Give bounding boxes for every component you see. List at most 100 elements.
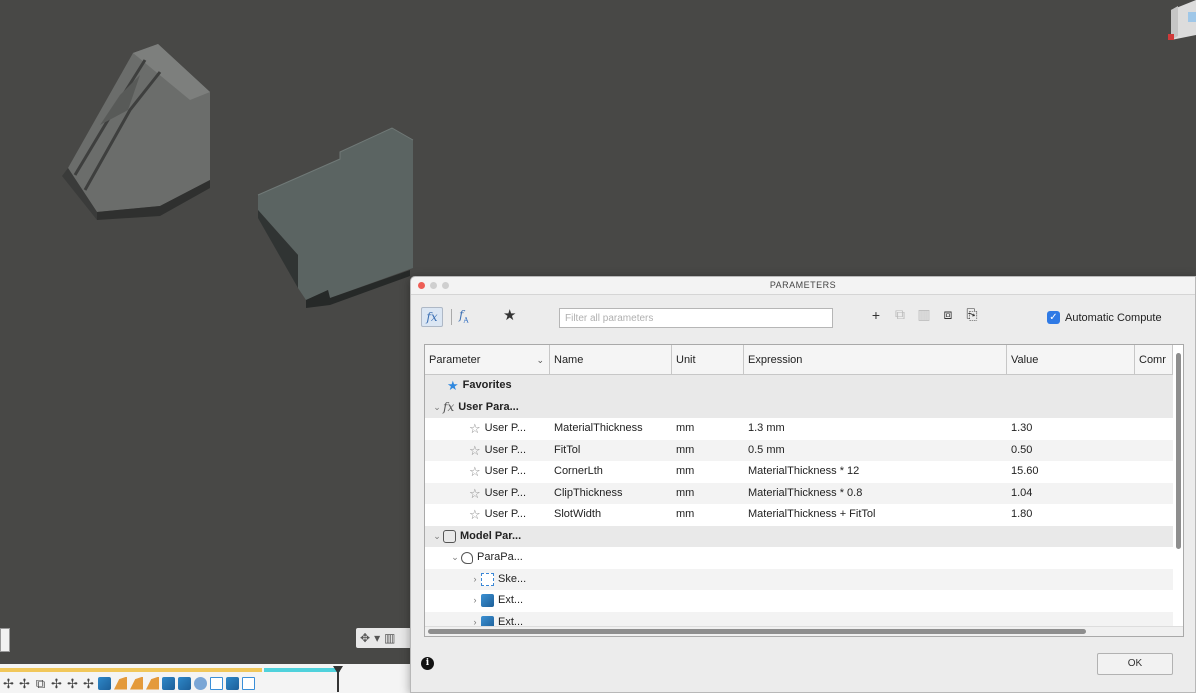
param-value: 15.60 [1011, 465, 1039, 477]
param-unit[interactable]: mm [672, 440, 744, 462]
ok-button[interactable]: OK [1097, 653, 1173, 675]
plate-body[interactable] [257, 127, 414, 308]
timeline-marker-line[interactable] [337, 672, 339, 692]
corner-clip-body[interactable] [62, 44, 210, 220]
param-expression[interactable]: MaterialThickness + FitTol [744, 504, 1007, 526]
extrude-icon[interactable] [178, 676, 191, 690]
automatic-compute-label: Automatic Compute [1065, 311, 1162, 324]
star-outline-icon[interactable]: ☆ [469, 418, 481, 440]
param-type: User P... [484, 465, 527, 477]
column-header-parameter[interactable]: Parameter ⌄ [425, 345, 550, 375]
param-value: 0.50 [1011, 443, 1033, 456]
param-unit[interactable]: mm [672, 461, 744, 483]
fillet-icon[interactable] [114, 676, 127, 690]
param-name[interactable]: MaterialThickness [550, 418, 672, 440]
chevron-right-icon[interactable]: › [469, 590, 481, 612]
column-header-unit[interactable]: Unit [672, 345, 744, 375]
table-row[interactable]: ☆ User P... SlotWidth mm MaterialThicknes… [425, 504, 1173, 526]
star-outline-icon[interactable]: ☆ [469, 440, 481, 462]
move-icon[interactable]: ✢ [82, 677, 95, 690]
param-type: User P... [484, 486, 527, 499]
param-expression[interactable]: MaterialThickness * 12 [744, 461, 1007, 483]
info-icon[interactable]: i [421, 657, 434, 670]
sketch-icon [481, 572, 494, 586]
chevron-down-icon[interactable]: ⌄ [536, 345, 544, 375]
star-outline-icon[interactable]: ☆ [469, 504, 481, 526]
chevron-right-icon[interactable]: › [469, 569, 481, 591]
dropdown-icon[interactable]: ▾ [374, 631, 380, 645]
column-header-name[interactable]: Name [550, 345, 672, 375]
align-icon[interactable]: ⧉ [34, 677, 47, 690]
table-row[interactable]: ☆ User P... FitTol mm 0.5 mm 0.50 [425, 439, 1173, 462]
column-header-value[interactable]: Value [1007, 345, 1135, 375]
chevron-down-icon[interactable]: ⌄ [431, 397, 443, 419]
table-row[interactable]: ☆ User P... ClipThickness mm MaterialThic… [425, 482, 1173, 505]
import-icon[interactable]: ⧈ [941, 306, 955, 323]
user-parameters-group-row[interactable]: ⌄ fx User Para... [425, 396, 1173, 419]
move-icon[interactable]: ✢ [2, 677, 15, 690]
sketch-icon[interactable] [242, 676, 255, 690]
column-header-expression[interactable]: Expression [744, 345, 1007, 375]
feature-row[interactable]: › Ext... [425, 590, 1173, 612]
extrude-icon[interactable] [226, 676, 239, 690]
star-outline-icon[interactable]: ☆ [469, 483, 481, 505]
table-body: ★ Favorites ⌄ fx User Para... ☆ User P...… [425, 375, 1173, 633]
table-row[interactable]: ☆ User P... MaterialThickness mm 1.3 mm 1… [425, 418, 1173, 440]
model-parameters-label: Model Par... [460, 529, 522, 542]
table-row[interactable]: ☆ User P... CornerLth mm MaterialThicknes… [425, 461, 1173, 483]
favorites-label: Favorites [462, 379, 512, 391]
automatic-compute-checkbox[interactable]: ✓ [1047, 311, 1060, 324]
favorites-row[interactable]: ★ Favorites [425, 375, 1173, 397]
horizontal-scrollbar-track[interactable] [425, 626, 1183, 636]
param-name[interactable]: FitTol [550, 440, 672, 462]
pan-icon[interactable]: ▥ [384, 631, 395, 645]
param-name[interactable]: ClipThickness [550, 483, 672, 505]
fillet-icon[interactable] [146, 676, 159, 690]
param-unit[interactable]: mm [672, 483, 744, 505]
star-icon[interactable]: ★ [503, 306, 516, 324]
model-parameters-group-row[interactable]: ⌄ Model Par... [425, 525, 1173, 548]
component-row[interactable]: ⌄ ParaPa... [425, 547, 1173, 569]
copy-icon[interactable]: ⧉ [893, 306, 907, 323]
param-name[interactable]: SlotWidth [550, 504, 672, 526]
export-icon[interactable]: ⎘ [965, 306, 979, 323]
chevron-down-icon[interactable]: ⌄ [431, 526, 443, 548]
navigation-bar[interactable]: ✥ ▾ ▥ [356, 628, 412, 648]
chevron-down-icon[interactable]: ⌄ [449, 547, 461, 569]
param-name[interactable]: CornerLth [550, 461, 672, 483]
param-expression[interactable]: MaterialThickness * 0.8 [744, 483, 1007, 505]
move-icon[interactable]: ✢ [66, 677, 79, 690]
extrude-icon[interactable] [162, 676, 175, 690]
timeline-features: ✢ ✢ ⧉ ✢ ✢ ✢ [2, 674, 255, 692]
param-unit[interactable]: mm [672, 504, 744, 526]
param-expression[interactable]: 0.5 mm [744, 440, 1007, 462]
fx-icon[interactable]: fx [421, 307, 443, 327]
automatic-compute-toggle[interactable]: ✓ Automatic Compute [1047, 311, 1162, 324]
trash-icon[interactable]: ▥ [917, 306, 931, 323]
browser-panel-edge[interactable] [0, 628, 10, 652]
extrude-icon[interactable] [98, 676, 111, 690]
timeline-progress-bar [0, 668, 262, 672]
param-unit[interactable]: mm [672, 418, 744, 440]
chamfer-icon[interactable] [130, 676, 143, 690]
orbit-icon[interactable]: ✥ [360, 631, 370, 645]
horizontal-scrollbar[interactable] [428, 629, 1086, 634]
filter-input[interactable] [559, 308, 833, 328]
move-icon[interactable]: ✢ [18, 677, 31, 690]
plus-icon[interactable]: + [869, 307, 883, 323]
param-expression[interactable]: 1.3 mm [744, 418, 1007, 440]
star-outline-icon[interactable]: ☆ [469, 461, 481, 483]
move-icon[interactable]: ✢ [50, 677, 63, 690]
viewcube[interactable] [1166, 0, 1196, 40]
dialog-titlebar[interactable]: PARAMETERS [411, 277, 1195, 295]
timeline-active-bar [264, 668, 340, 672]
sketch-icon[interactable] [210, 676, 223, 690]
feature-row[interactable]: › Ske... [425, 568, 1173, 591]
vertical-scrollbar[interactable] [1176, 353, 1181, 549]
component-icon[interactable] [194, 676, 207, 690]
param-value: 1.30 [1011, 422, 1033, 434]
fx-sort-icon[interactable]: fA [459, 308, 469, 324]
column-header-comment[interactable]: Comr [1135, 345, 1173, 375]
design-timeline[interactable]: ✢ ✢ ⧉ ✢ ✢ ✢ [0, 664, 410, 693]
param-type: User P... [484, 508, 527, 520]
